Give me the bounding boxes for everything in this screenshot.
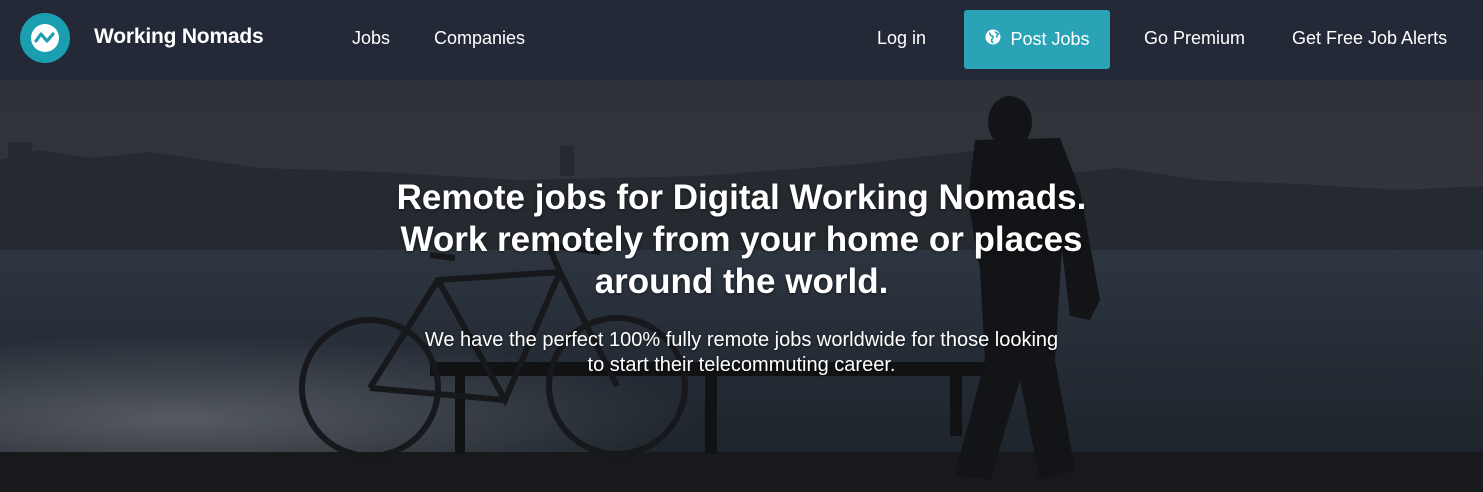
nav-companies-link[interactable]: Companies [434, 28, 525, 49]
hero-subtext: We have the perfect 100% fully remote jo… [0, 328, 1483, 378]
hero-headline: Remote jobs for Digital Working Nomads. … [0, 177, 1483, 303]
post-jobs-label: Post Jobs [1010, 29, 1090, 49]
hero-headline-line-1: Remote jobs for Digital Working Nomads. [396, 178, 1087, 217]
job-alerts-link[interactable]: Get Free Job Alerts [1292, 28, 1447, 49]
login-link[interactable]: Log in [877, 28, 926, 49]
hero-headline-line-3: around the world. [594, 262, 889, 301]
hero-subtext-line-2: to start their telecommuting career. [587, 354, 896, 376]
wave-logo-icon[interactable] [20, 13, 70, 63]
hero-subtext-line-1: We have the perfect 100% fully remote jo… [424, 329, 1059, 351]
hero-headline-line-2: Work remotely from your home or places [400, 220, 1083, 259]
nav-jobs-link[interactable]: Jobs [352, 28, 390, 49]
top-navbar: Working Nomads Jobs Companies Log in Pos… [0, 0, 1483, 80]
globe-icon [984, 28, 1002, 51]
brand-name[interactable]: Working Nomads [94, 25, 264, 49]
hero-section: Remote jobs for Digital Working Nomads. … [0, 80, 1483, 492]
post-jobs-button[interactable]: Post Jobs [964, 10, 1110, 69]
go-premium-link[interactable]: Go Premium [1144, 28, 1245, 49]
